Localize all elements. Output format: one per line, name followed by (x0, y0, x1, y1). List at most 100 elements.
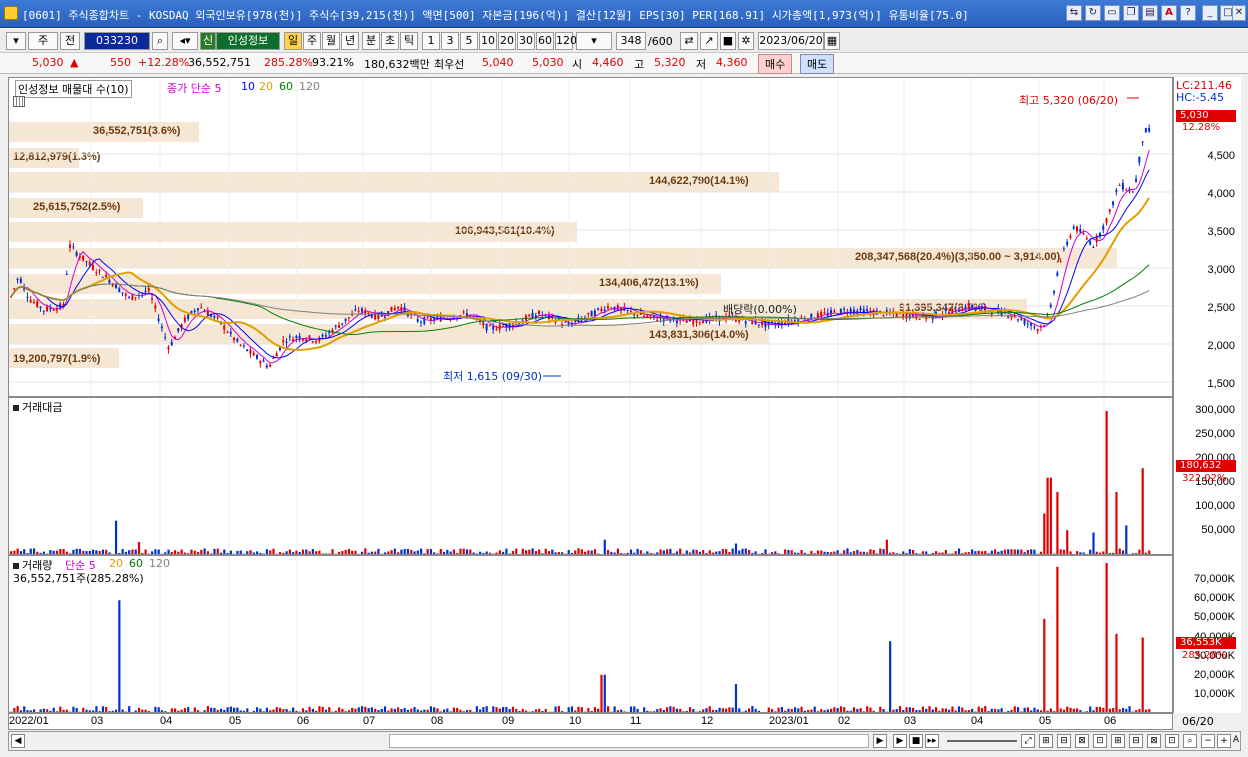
volume-bar (705, 552, 708, 554)
chart-tool6-icon[interactable]: ⊟ (1129, 734, 1143, 748)
volume-bar (144, 549, 147, 554)
chart-tool4-icon[interactable]: ⊡ (1093, 734, 1107, 748)
zoom-in-icon[interactable]: + (1217, 734, 1231, 748)
pin-icon[interactable]: ▾ (6, 32, 26, 50)
volume-bar (1046, 710, 1049, 712)
interval-10[interactable]: 10 (479, 32, 497, 50)
zoom-slider[interactable] (947, 740, 1017, 742)
zoom-out-icon[interactable]: − (1201, 734, 1215, 748)
amount-chart[interactable]: 거래대금 (8, 397, 1173, 555)
tab-tick[interactable]: 틱 (400, 32, 418, 50)
interval-20[interactable]: 20 (498, 32, 516, 50)
candle-body (1138, 156, 1141, 163)
volume-bar (666, 549, 669, 554)
link-icon[interactable]: ⇆ (1066, 5, 1082, 21)
help-icon[interactable]: ? (1180, 5, 1196, 21)
chart-tool7-icon[interactable]: ⊠ (1147, 734, 1161, 748)
font-icon[interactable]: A (1161, 5, 1177, 21)
tab-month[interactable]: 월 (322, 32, 340, 50)
search-icon[interactable]: ⌕ (152, 32, 168, 50)
volume-bar (331, 549, 334, 554)
scrollbar[interactable]: ◀ ▶ ▶ ■ ▸▸ ⤢ ⊞ ⊟ ⊠ ⊡ ⊞ ⊟ ⊠ ⊡ ⌕ − + A (8, 731, 1241, 751)
interval-5[interactable]: 5 (460, 32, 478, 50)
chart-tool-icon[interactable]: ⊞ (1039, 734, 1053, 748)
gear-icon[interactable]: ✲ (738, 32, 754, 50)
scroll-right-icon[interactable]: ▶ (873, 734, 887, 748)
volume-bar (223, 709, 226, 712)
volume-bar (734, 684, 738, 712)
tool-icon[interactable]: ⇄ (680, 32, 698, 50)
chart-tool8-icon[interactable]: ⊡ (1165, 734, 1179, 748)
refresh-icon[interactable]: ↻ (1085, 5, 1101, 21)
volume-bar (187, 707, 190, 712)
volume-chart[interactable]: 거래량 단순 5 20 60 120 36,552,751주(285.28%) (8, 555, 1173, 713)
sell-button[interactable]: 매도 (800, 54, 835, 74)
price-chart[interactable]: 36,552,751(3.6%) 12,812,979(1.3%) 144,622,… (8, 77, 1173, 397)
chart-tool2-icon[interactable]: ⊟ (1057, 734, 1071, 748)
candle-body (990, 313, 993, 315)
zoom-tool-icon[interactable]: ⤢ (1021, 734, 1035, 748)
volume-bar (442, 709, 446, 712)
volume-bar (229, 706, 232, 712)
screen-icon[interactable]: ▤ (1142, 5, 1158, 21)
calendar-icon[interactable]: ▦ (824, 32, 840, 50)
code-input[interactable]: 033230 (84, 32, 150, 50)
save-icon[interactable]: ■ (720, 32, 736, 50)
interval-select[interactable]: ▾ (576, 32, 612, 50)
text-size-icon[interactable]: A (1231, 734, 1241, 748)
candle-body (744, 321, 747, 324)
fast-forward-icon[interactable]: ▸▸ (925, 734, 939, 748)
minimize-button[interactable]: _ (1202, 5, 1218, 21)
interval-3[interactable]: 3 (441, 32, 459, 50)
candle-body (157, 318, 160, 322)
prev-button[interactable]: 전 (60, 32, 80, 50)
interval-30[interactable]: 30 (517, 32, 535, 50)
buy-button[interactable]: 매수 (758, 54, 793, 74)
speaker-icon[interactable]: ◂▾ (172, 32, 198, 50)
candle-body (108, 279, 111, 283)
chart-tool3-icon[interactable]: ⊠ (1075, 734, 1089, 748)
tab-minute[interactable]: 분 (362, 32, 380, 50)
candle-body (65, 274, 68, 276)
period-select[interactable]: 주 (28, 32, 58, 50)
interval-1[interactable]: 1 (422, 32, 440, 50)
tab-week[interactable]: 주 (303, 32, 321, 50)
volume-bar (1098, 706, 1102, 712)
volume-bar (423, 553, 426, 554)
layout-icon[interactable]: ▭ (1104, 5, 1120, 21)
volume-bar (669, 548, 672, 554)
volume-bar (554, 552, 557, 554)
close-button[interactable]: ✕ (1232, 5, 1246, 21)
candle-body (305, 339, 308, 341)
volume-bar (1049, 477, 1052, 554)
volume-bar (662, 709, 665, 712)
count-input[interactable]: 348 (616, 32, 646, 50)
chart-tool5-icon[interactable]: ⊞ (1111, 734, 1125, 748)
volume-bar (1095, 706, 1098, 712)
volume-profile-legend[interactable]: 인성정보 매물대 수(10) (15, 80, 132, 98)
grid-icon[interactable] (13, 96, 25, 107)
stop-icon[interactable]: ■ (909, 734, 923, 748)
play-icon[interactable]: ▶ (893, 734, 907, 748)
copy-icon[interactable]: ❐ (1123, 5, 1139, 21)
line-icon[interactable]: ↗ (700, 32, 718, 50)
candle-body (1092, 246, 1095, 248)
candle-body (1023, 319, 1026, 324)
candle-body (239, 344, 242, 346)
volume-bar (1105, 563, 1108, 712)
volume-bar (482, 707, 485, 712)
scroll-thumb[interactable] (389, 734, 869, 748)
x-tick: 06 (1104, 715, 1117, 727)
date-input[interactable]: 2023/06/20 (758, 32, 824, 50)
volume-bar (429, 549, 433, 554)
tab-day[interactable]: 일 (284, 32, 302, 50)
candle-body (134, 297, 137, 299)
scroll-left-icon[interactable]: ◀ (11, 734, 25, 748)
tab-second[interactable]: 초 (381, 32, 399, 50)
tab-year[interactable]: 년 (341, 32, 359, 50)
volume-bar (305, 549, 308, 554)
search-zoom-icon[interactable]: ⌕ (1183, 734, 1197, 748)
interval-60[interactable]: 60 (536, 32, 554, 50)
volume-bar (269, 710, 272, 712)
interval-120[interactable]: 120 (555, 32, 577, 50)
